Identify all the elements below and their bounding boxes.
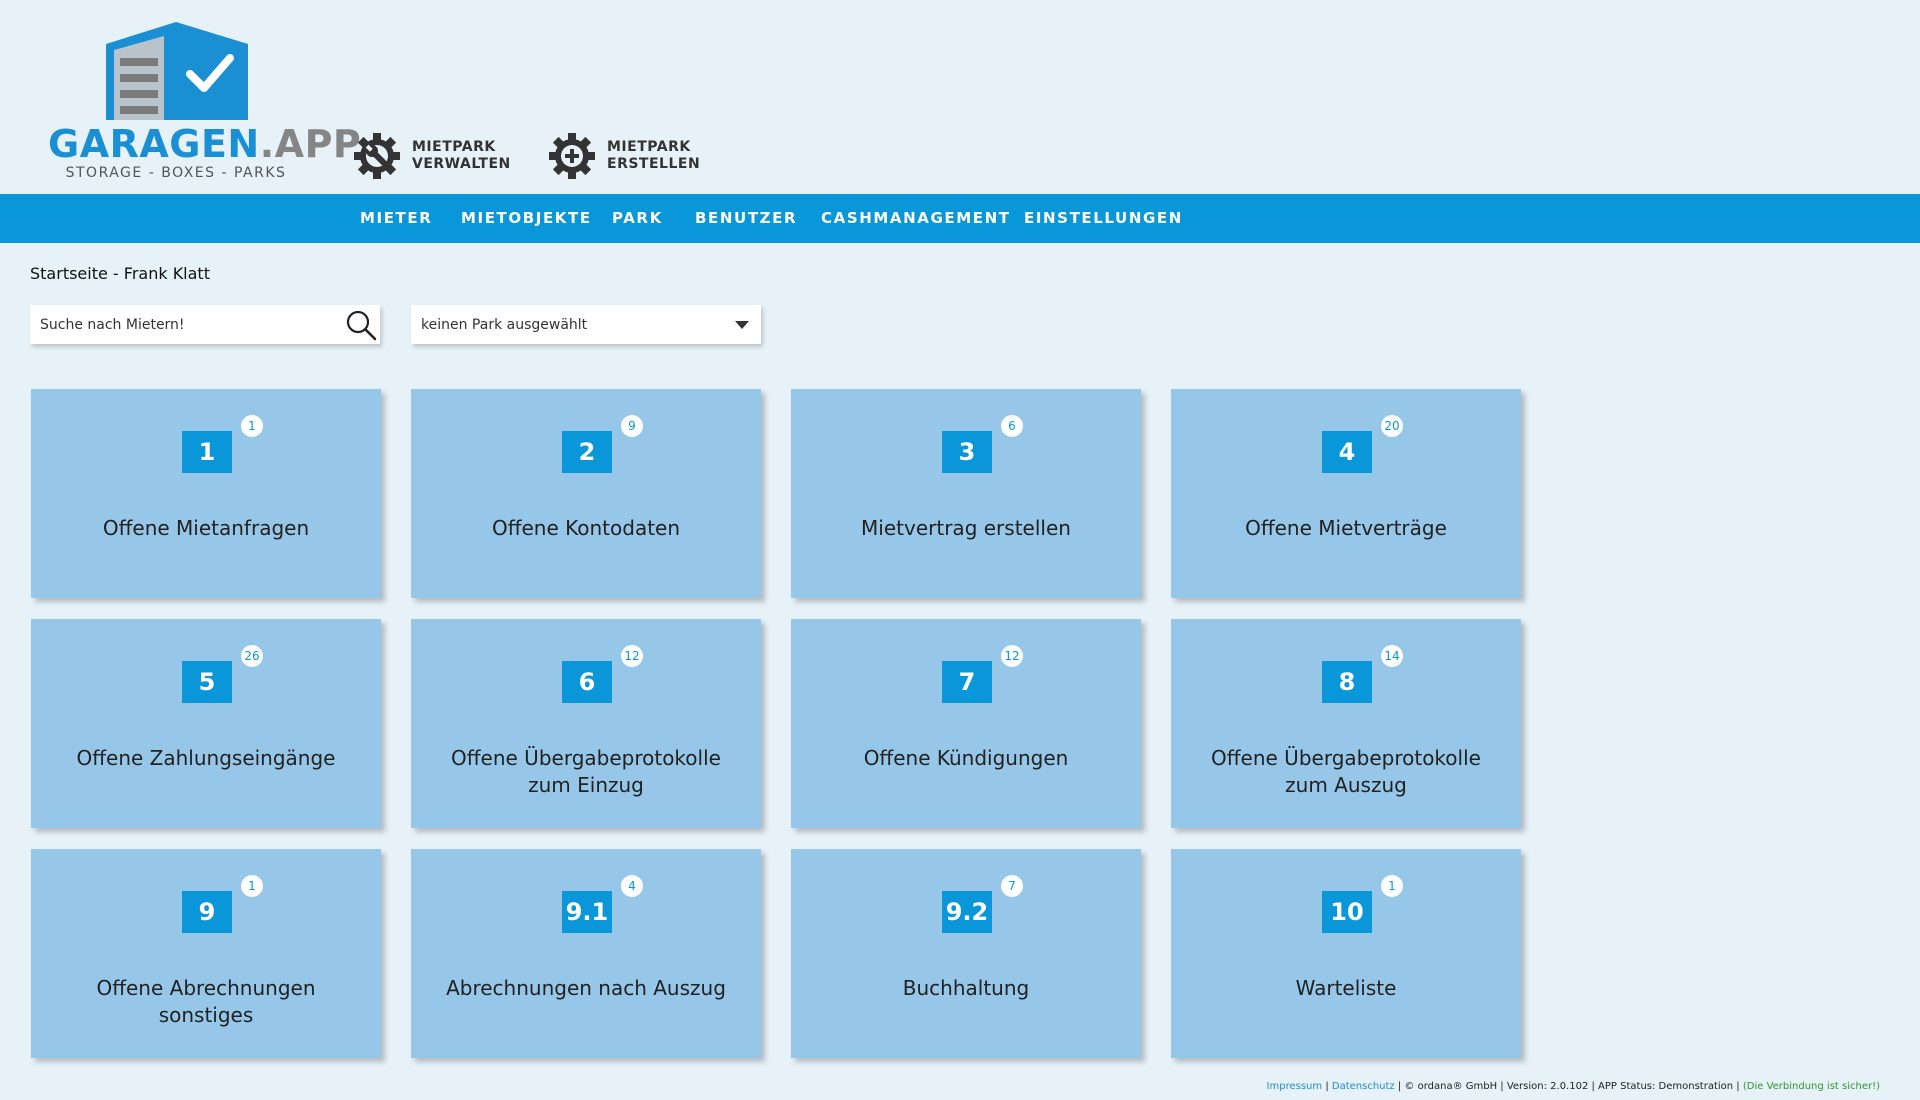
tile-number: 9.1 [562,891,612,933]
count-badge: 14 [1381,645,1403,667]
tile-title: Offene Mietverträge [1245,516,1447,540]
logo-word-primary: GARAGEN [48,122,260,166]
datenschutz-link[interactable]: Datenschutz [1332,1081,1395,1092]
label-line2: VERWALTEN [412,156,511,172]
tile-number: 5 [182,661,232,703]
footer-separator: | [1322,1081,1332,1092]
tile-title: Warteliste [1295,976,1397,1000]
tile-title: Abrechnungen nach Auszug [446,976,726,1000]
tile-uebergabeprotokolle-einzug[interactable]: 6 12 Offene Übergabeprotokolle zum Einzu… [411,619,761,828]
tile-offene-mietanfragen[interactable]: 1 1 Offene Mietanfragen [31,389,381,598]
count-badge: 12 [621,645,643,667]
tile-warteliste[interactable]: 10 1 Warteliste [1171,849,1521,1058]
count-badge: 7 [1001,875,1023,897]
tile-uebergabeprotokolle-auszug[interactable]: 8 14 Offene Übergabeprotokolle zum Auszu… [1171,619,1521,828]
label-line1: MIETPARK [607,139,691,155]
nav-einstellungen[interactable]: EINSTELLUNGEN [1024,194,1183,243]
garagen-app-logo[interactable]: GARAGEN.APP STORAGE - BOXES - PARKS [48,22,361,187]
tile-abrechnungen-nach-auszug[interactable]: 9.1 4 Abrechnungen nach Auszug [411,849,761,1058]
count-badge: 1 [241,875,263,897]
tile-number: 8 [1322,661,1372,703]
nav-benutzer[interactable]: BENUTZER [695,194,797,243]
label-line1: MIETPARK [412,139,496,155]
tile-abrechnungen-sonstiges[interactable]: 9 1 Offene Abrechnungen sonstiges [31,849,381,1058]
mietpark-verwalten-button[interactable]: MIETPARK VERWALTEN [352,128,511,184]
logo-word-secondary: .APP [259,122,362,166]
nav-mietobjekte[interactable]: MIETOBJEKTE [461,194,592,243]
footer: Impressum | Datenschutz | © ordana® GmbH… [1267,1081,1880,1092]
count-badge: 1 [241,415,263,437]
tile-offene-kuendigungen[interactable]: 7 12 Offene Kündigungen [791,619,1141,828]
search-input[interactable] [30,305,350,344]
tile-mietvertrag-erstellen[interactable]: 3 6 Mietvertrag erstellen [791,389,1141,598]
tile-title: Offene Übergabeprotokolle zum Einzug [451,746,721,797]
tile-offene-kontodaten[interactable]: 2 9 Offene Kontodaten [411,389,761,598]
tile-title: Offene Kontodaten [491,516,681,540]
tile-offene-zahlungseingaenge[interactable]: 5 26 Offene Zahlungseingänge [31,619,381,828]
tile-number: 6 [562,661,612,703]
count-badge: 4 [621,875,643,897]
park-select-value: keinen Park ausgewählt [421,317,588,333]
main-nav: MIETER MIETOBJEKTE PARK BENUTZER CASHMAN… [0,194,1920,243]
count-badge: 1 [1381,875,1403,897]
tile-buchhaltung[interactable]: 9.2 7 Buchhaltung [791,849,1141,1058]
chevron-down-icon [735,321,749,329]
gear-wrench-icon [354,133,400,179]
tile-number: 4 [1322,431,1372,473]
nav-park[interactable]: PARK [612,194,663,243]
park-select[interactable]: keinen Park ausgewählt [411,305,761,344]
count-badge: 26 [241,645,263,667]
breadcrumb: Startseite - Frank Klatt [30,264,210,283]
tile-number: 7 [942,661,992,703]
footer-info: | © ordana® GmbH | Version: 2.0.102 | AP… [1394,1081,1743,1092]
search-icon[interactable] [344,308,378,342]
tile-number: 10 [1322,891,1372,933]
building-check-icon [106,22,248,120]
logo-wordmark: GARAGEN.APP [48,122,361,166]
tile-title: Mietvertrag erstellen [861,516,1071,540]
tile-offene-mietvertraege[interactable]: 4 20 Offene Mietverträge [1171,389,1521,598]
tile-number: 9 [182,891,232,933]
tile-title: Offene Mietanfragen [102,516,310,540]
count-badge: 12 [1001,645,1023,667]
mietpark-verwalten-label: MIETPARK VERWALTEN [412,139,511,173]
tile-title: Offene Abrechnungen sonstiges [96,976,316,1027]
nav-cashmanagement[interactable]: CASHMANAGEMENT [821,194,1011,243]
connection-secure-status: (Die Verbindung ist sicher!) [1742,1081,1880,1092]
tile-title: Offene Zahlungseingänge [76,746,336,770]
tile-title: Offene Übergabeprotokolle zum Auszug [1211,746,1481,797]
count-badge: 20 [1381,415,1403,437]
label-line2: ERSTELLEN [607,156,701,172]
tile-title: Buchhaltung [902,976,1030,1000]
tile-number: 2 [562,431,612,473]
count-badge: 6 [1001,415,1023,437]
gear-plus-icon [549,133,595,179]
logo-tagline: STORAGE - BOXES - PARKS [65,165,287,181]
header: GARAGEN.APP STORAGE - BOXES - PARKS MIET… [0,0,1920,194]
nav-mieter[interactable]: MIETER [360,194,432,243]
tile-number: 1 [182,431,232,473]
mietpark-erstellen-label: MIETPARK ERSTELLEN [607,139,700,173]
tile-number: 9.2 [942,891,992,933]
impressum-link[interactable]: Impressum [1267,1081,1323,1092]
tile-title: Offene Kündigungen [863,746,1069,770]
count-badge: 9 [621,415,643,437]
tile-number: 3 [942,431,992,473]
mietpark-erstellen-button[interactable]: MIETPARK ERSTELLEN [547,128,700,184]
tenant-search [30,305,380,344]
